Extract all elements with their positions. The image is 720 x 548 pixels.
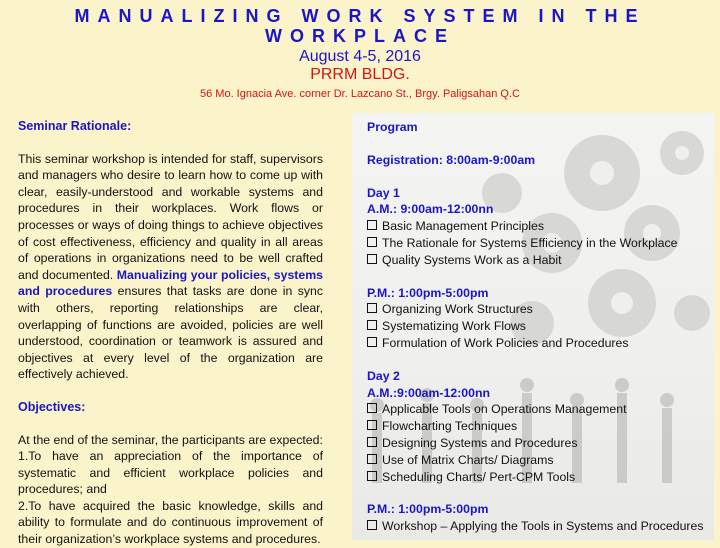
list-item: Quality Systems Work as a Habit (367, 252, 714, 269)
list-item: Systematizing Work Flows (367, 318, 714, 335)
day2-pm-time: P.M.: 1:00pm-5:00pm (367, 502, 489, 517)
checkbox-icon (367, 520, 377, 531)
objective-item-1: 1.To have an appreciation of the importa… (18, 449, 323, 497)
checkbox-icon (367, 420, 377, 431)
page-title: MANUALIZING WORK SYSTEM IN THE WORKPLACE (0, 6, 720, 46)
left-column: Seminar Rationale: This seminar workshop… (18, 118, 323, 548)
list-item: Formulation of Work Policies and Procedu… (367, 335, 714, 352)
rationale-text-2: ensures that tasks are done in sync with… (18, 284, 323, 382)
program-heading: Program (367, 120, 418, 134)
list-item: Designing Systems and Procedures (367, 435, 714, 452)
checkbox-icon (367, 220, 377, 231)
list-item: Scheduling Charts/ Pert-CPM Tools (367, 469, 714, 486)
list-item: Flowcharting Techniques (367, 418, 714, 435)
event-date: August 4-5, 2016 (299, 48, 421, 65)
objectives-heading: Objectives: (18, 399, 86, 414)
day1-am-time: A.M.: 9:00am-12:00nn (367, 202, 494, 217)
checkbox-icon (367, 470, 377, 481)
title-line-2: WORKPLACE (265, 26, 455, 46)
checkbox-icon (367, 320, 377, 331)
list-item: The Rationale for Systems Efficiency in … (367, 235, 714, 252)
event-address: 56 Mo. Ignacia Ave. corner Dr. Lazcano S… (200, 88, 520, 100)
list-item: Basic Management Principles (367, 218, 714, 235)
checkbox-icon (367, 303, 377, 314)
list-item: Applicable Tools on Operations Managemen… (367, 401, 714, 418)
checkbox-icon (367, 336, 377, 347)
list-item: Workshop – Applying the Tools in Systems… (367, 518, 714, 535)
rationale-heading: Seminar Rationale: (18, 119, 132, 133)
day2-label: Day 2 (367, 368, 400, 383)
day1-pm-time: P.M.: 1:00pm-5:00pm (367, 285, 489, 300)
registration-time: Registration: 8:00am-9:00am (367, 152, 536, 167)
list-item: Organizing Work Structures (367, 301, 714, 318)
checkbox-icon (367, 253, 377, 264)
checkbox-icon (367, 236, 377, 247)
program-content: Program Registration: 8:00am-9:00am Day … (352, 113, 714, 535)
rationale-paragraph: This seminar workshop is intended for st… (18, 151, 323, 383)
event-venue: PRRM BLDG. (310, 66, 410, 83)
page-header: MANUALIZING WORK SYSTEM IN THE WORKPLACE… (0, 0, 720, 101)
checkbox-icon (367, 403, 377, 414)
day1-label: Day 1 (367, 185, 400, 200)
list-item: Use of Matrix Charts/ Diagrams (367, 452, 714, 469)
checkbox-icon (367, 436, 377, 447)
objective-item-2: 2.To have acquired the basic knowledge, … (18, 498, 323, 547)
checkbox-icon (367, 453, 377, 464)
rationale-text-1: This seminar workshop is intended for st… (18, 151, 323, 282)
title-line-1: MANUALIZING WORK SYSTEM IN THE (74, 6, 646, 26)
objectives-intro: At the end of the seminar, the participa… (18, 432, 323, 447)
program-panel: Program Registration: 8:00am-9:00am Day … (352, 113, 714, 540)
day2-am-time: A.M.:9:00am-12:00nn (367, 385, 491, 400)
